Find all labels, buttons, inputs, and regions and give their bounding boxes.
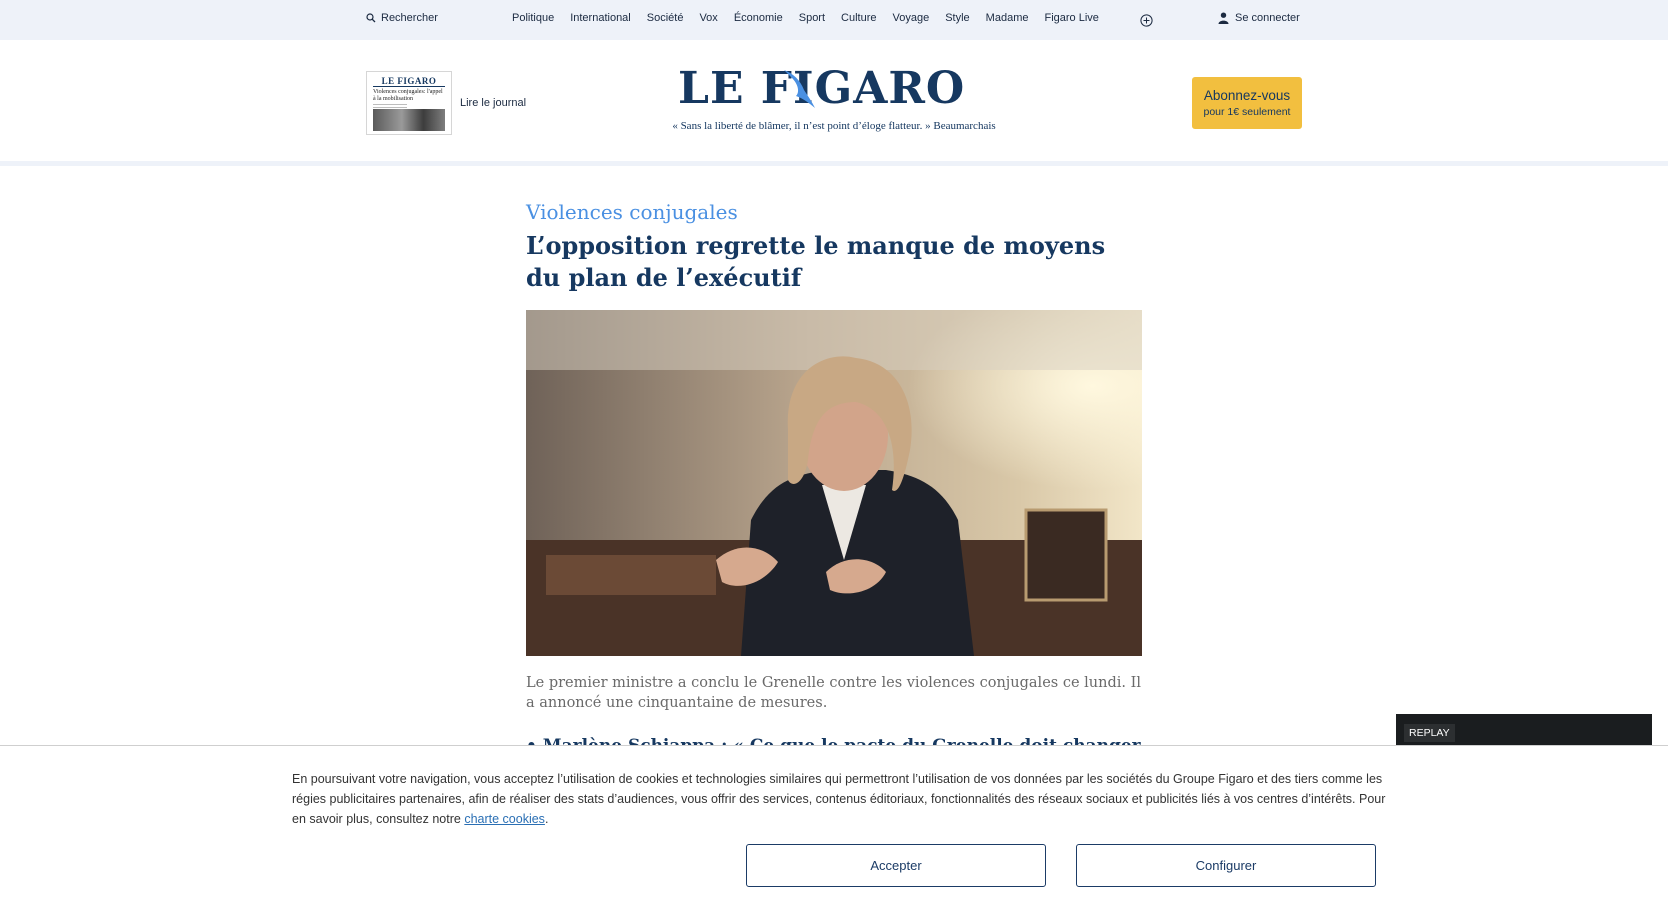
cookie-banner: En poursuivant votre navigation, vous ac…	[0, 745, 1668, 906]
nav-item-economie[interactable]: Économie	[734, 12, 783, 24]
search-icon	[366, 13, 376, 23]
figaro-bird-icon	[784, 70, 815, 108]
user-icon	[1218, 12, 1229, 24]
journal-thumb-headline: Violences conjugales: l'appel à la mobil…	[373, 89, 443, 102]
login-button[interactable]: Se connecter	[1218, 12, 1300, 24]
nav-item-societe[interactable]: Société	[647, 12, 684, 24]
plus-circle-icon[interactable]	[1140, 14, 1153, 27]
masthead: LE FIGARO Violences conjugales: l'appel …	[0, 40, 1668, 166]
nav-item-sport[interactable]: Sport	[799, 12, 825, 24]
site-tagline: « Sans la liberté de blâmer, il n’est po…	[672, 120, 996, 132]
nav-item-madame[interactable]: Madame	[986, 12, 1029, 24]
journal-thumb-logo: LE FIGARO	[373, 76, 445, 87]
nav-item-international[interactable]: International	[570, 12, 631, 24]
replay-badge: REPLAY	[1404, 724, 1455, 742]
search-button[interactable]: Rechercher	[366, 12, 438, 24]
article-kicker[interactable]: Violences conjugales	[526, 200, 1142, 224]
nav-item-voyage[interactable]: Voyage	[893, 12, 930, 24]
login-label: Se connecter	[1235, 12, 1300, 24]
article-header: Violences conjugales L’opposition regret…	[526, 200, 1142, 294]
article-headline: L’opposition regrette le manque de moyen…	[526, 231, 1106, 292]
cookie-text-body: En poursuivant votre navigation, vous ac…	[292, 772, 1386, 826]
article-photo	[526, 310, 1142, 656]
search-label: Rechercher	[381, 12, 438, 24]
cookie-text-end: .	[544, 812, 549, 826]
top-nav-bar: Rechercher Politique International Socié…	[0, 0, 1668, 40]
site-logo[interactable]: LE FIGARO	[678, 66, 990, 112]
replay-video-widget[interactable]: REPLAY	[1396, 714, 1652, 746]
cookie-policy-link[interactable]: charte cookies	[464, 812, 545, 826]
read-journal-label: Lire le journal	[460, 97, 527, 109]
subscribe-subtitle: pour 1€ seulement	[1203, 106, 1291, 118]
configure-cookies-button[interactable]: Configurer	[1076, 844, 1376, 887]
nav-item-vox[interactable]: Vox	[699, 12, 717, 24]
nav-item-style[interactable]: Style	[945, 12, 969, 24]
cookie-text: En poursuivant votre navigation, vous ac…	[292, 769, 1392, 829]
photo-caption: Le premier ministre a conclu le Grenelle…	[526, 675, 1141, 711]
nav-item-figaro-live[interactable]: Figaro Live	[1044, 12, 1098, 24]
subscribe-button[interactable]: Abonnez-vous pour 1€ seulement	[1192, 77, 1302, 129]
subscribe-title: Abonnez-vous	[1203, 88, 1291, 103]
section-nav: Politique International Société Vox Écon…	[512, 12, 1099, 24]
accept-cookies-button[interactable]: Accepter	[746, 844, 1046, 887]
nav-item-politique[interactable]: Politique	[512, 12, 554, 24]
nav-item-culture[interactable]: Culture	[841, 12, 876, 24]
